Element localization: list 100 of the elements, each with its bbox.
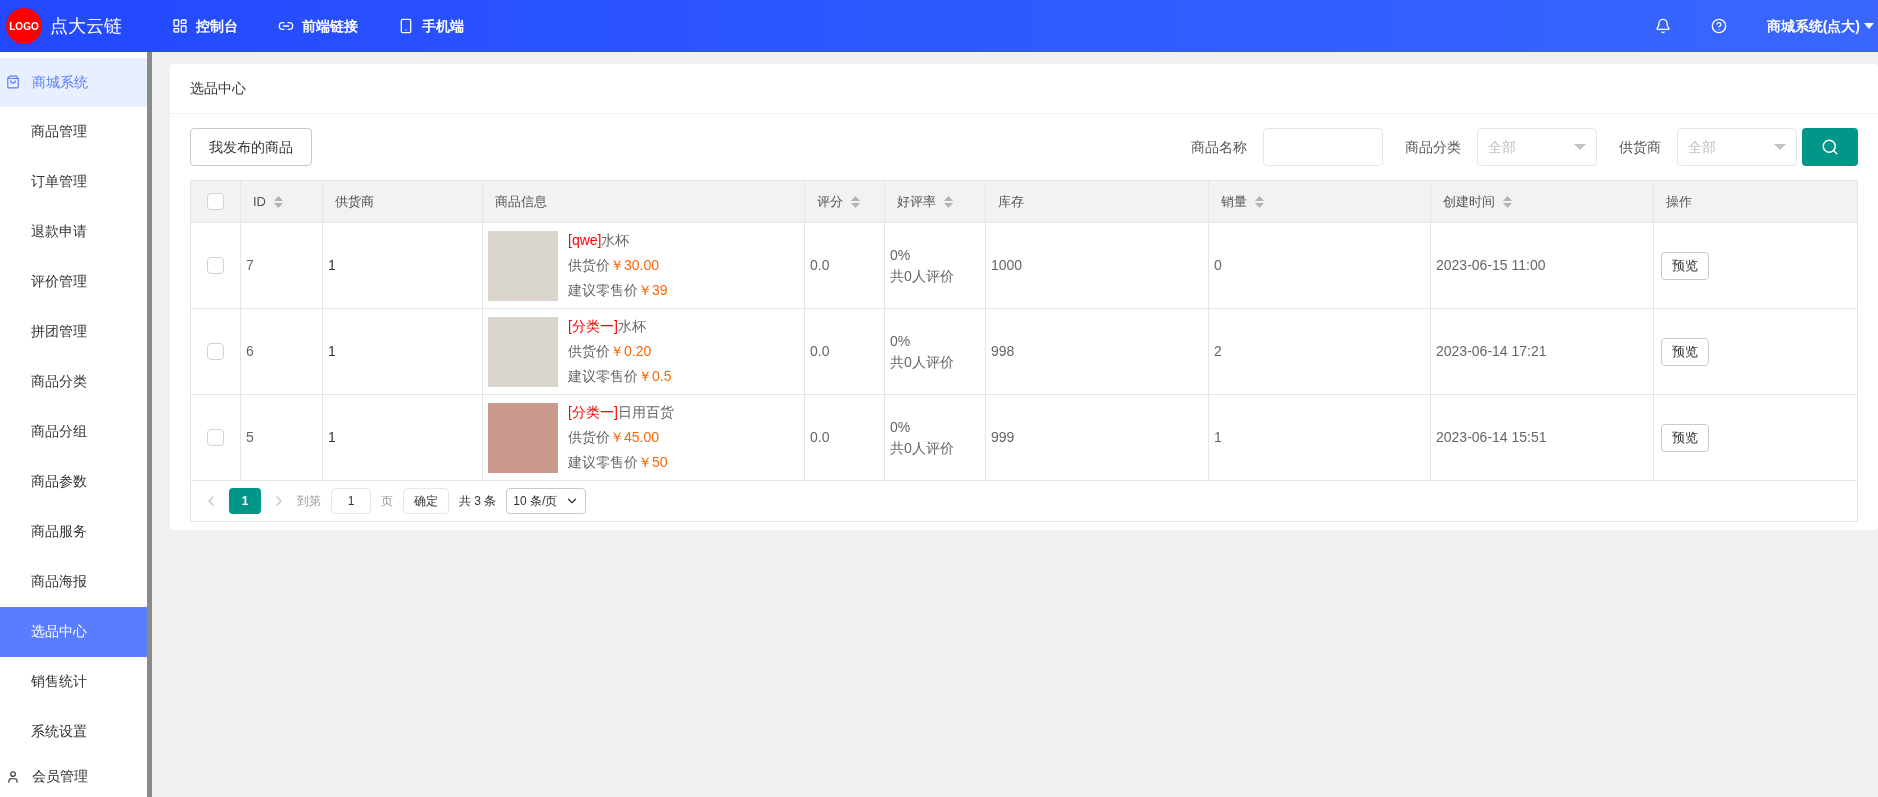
page-input[interactable]: 1: [331, 488, 371, 514]
sidebar-item[interactable]: 评价管理: [0, 256, 147, 307]
help-icon[interactable]: [1710, 18, 1727, 34]
photo-placeholder: [488, 230, 558, 301]
goto-label: 到第: [297, 493, 321, 510]
sort-icon[interactable]: [851, 195, 860, 208]
sidebar-item[interactable]: 订单管理: [0, 156, 147, 207]
sidebar-item[interactable]: 选品中心: [0, 606, 147, 657]
checkbox[interactable]: [207, 429, 224, 446]
table-cell-text: 0.0: [810, 342, 830, 361]
table-cell-text: 5: [246, 428, 254, 447]
sidebar-item[interactable]: 退款申请: [0, 206, 147, 257]
sidebar-group[interactable]: 会员管理: [0, 756, 147, 797]
confirm-button[interactable]: 确定: [403, 488, 449, 514]
logo-badge: LOGO: [6, 8, 42, 44]
table-cell-text: 6: [246, 342, 254, 361]
table-cell-text: 0.0: [810, 428, 830, 447]
table-cell-text: 1: [1214, 428, 1222, 447]
product-name: 水杯: [601, 231, 630, 250]
column-header: 供货商: [323, 181, 483, 222]
sort-icon[interactable]: [274, 195, 283, 208]
sidebar-item[interactable]: 系统设置: [0, 706, 147, 757]
bell-icon[interactable]: [1654, 18, 1671, 34]
sidebar-item[interactable]: 商品分类: [0, 356, 147, 407]
supply-price: ￥0.20: [610, 342, 652, 361]
filter-label: 供货商: [1619, 137, 1661, 157]
supply-price: ￥45.00: [610, 428, 660, 447]
price-label: 建议零售价: [568, 453, 638, 472]
nav-link[interactable]: 控制台: [172, 15, 238, 37]
price-label: 供货价: [568, 342, 610, 361]
preview-button[interactable]: 预览: [1661, 251, 1709, 280]
sort-icon[interactable]: [1255, 195, 1264, 208]
table-cell-text: 1: [328, 256, 336, 275]
table-cell-text: 共0人评价: [890, 438, 955, 458]
input-field[interactable]: [1263, 128, 1383, 166]
table-cell-text: 7: [246, 256, 254, 275]
column-header: 操作: [1665, 192, 1693, 211]
column-header: 库存: [986, 181, 1209, 222]
column-header[interactable]: 好评率: [885, 181, 986, 222]
caret-icon: [1864, 23, 1874, 29]
sort-icon[interactable]: [944, 195, 953, 208]
group-label: 商城系统: [32, 72, 88, 92]
column-header[interactable]: 创建时间: [1431, 181, 1654, 222]
total-count: 共 3 条: [459, 493, 497, 510]
table-cell-text: 0.0: [810, 256, 830, 275]
checkbox[interactable]: [207, 193, 224, 210]
table-cell-text: 共0人评价: [890, 352, 955, 372]
bag-icon: [6, 75, 20, 90]
photo-placeholder: [488, 402, 558, 473]
page-number[interactable]: 1: [229, 488, 261, 514]
table-cell-text: 1000: [991, 256, 1023, 275]
table-cell-text: 2023-06-14 15:51: [1436, 428, 1547, 447]
column-header[interactable]: 销量: [1209, 181, 1431, 222]
price-label: 建议零售价: [568, 367, 638, 386]
sidebar-item[interactable]: 商品参数: [0, 456, 147, 507]
table-cell-text: 998: [991, 342, 1015, 361]
column-header[interactable]: ID: [241, 181, 323, 222]
sidebar-item[interactable]: 销售统计: [0, 656, 147, 707]
column-header[interactable]: 评分: [805, 181, 885, 222]
user-icon: [6, 769, 20, 784]
checkbox[interactable]: [207, 257, 224, 274]
table-cell-text: 2023-06-14 17:21: [1436, 342, 1547, 361]
page-unit: 页: [381, 493, 393, 510]
table-cell-text: 2023-06-15 11:00: [1436, 256, 1546, 275]
price-label: 供货价: [568, 256, 610, 275]
table-cell-text: 1: [328, 342, 336, 361]
table-cell-text: 0: [1214, 256, 1222, 275]
sidebar-item[interactable]: 商品分组: [0, 406, 147, 457]
nav-link[interactable]: 前端链接: [278, 15, 358, 37]
preview-button[interactable]: 预览: [1661, 423, 1709, 452]
table-cell-text: 999: [991, 428, 1015, 447]
preview-button[interactable]: 预览: [1661, 337, 1709, 366]
dashboard-icon: [172, 18, 188, 34]
caret-icon: [1574, 144, 1586, 150]
column-header: 商品信息: [483, 181, 805, 222]
filter-label: 商品分类: [1405, 137, 1461, 157]
supply-price: ￥30.00: [610, 256, 660, 275]
search-button[interactable]: [1802, 128, 1858, 166]
retail-price: ￥50: [638, 453, 668, 472]
checkbox[interactable]: [207, 343, 224, 360]
sidebar-item[interactable]: 拼团管理: [0, 306, 147, 357]
nav-link[interactable]: 手机端: [398, 15, 464, 37]
sidebar-item[interactable]: 商品管理: [0, 106, 147, 157]
retail-price: ￥0.5: [638, 367, 672, 386]
photo-placeholder: [488, 316, 558, 387]
retail-price: ￥39: [638, 281, 668, 300]
search-icon: [1821, 138, 1839, 156]
caret-icon: [1774, 144, 1786, 150]
my-products-button[interactable]: 我发布的商品: [190, 128, 312, 166]
price-label: 建议零售价: [568, 281, 638, 300]
phone-icon: [398, 18, 414, 34]
filter-label: 商品名称: [1191, 137, 1247, 157]
product-name: 水杯: [617, 317, 646, 336]
page-size-select[interactable]: 10 条/页: [506, 488, 587, 514]
sidebar-item[interactable]: 商品海报: [0, 556, 147, 607]
sidebar-item[interactable]: 商品服务: [0, 506, 147, 557]
user-menu[interactable]: 商城系统(点大): [1766, 15, 1878, 37]
table-cell-text: 0%: [890, 245, 912, 265]
sort-icon[interactable]: [1503, 195, 1512, 208]
product-name: 日用百货: [617, 403, 674, 422]
